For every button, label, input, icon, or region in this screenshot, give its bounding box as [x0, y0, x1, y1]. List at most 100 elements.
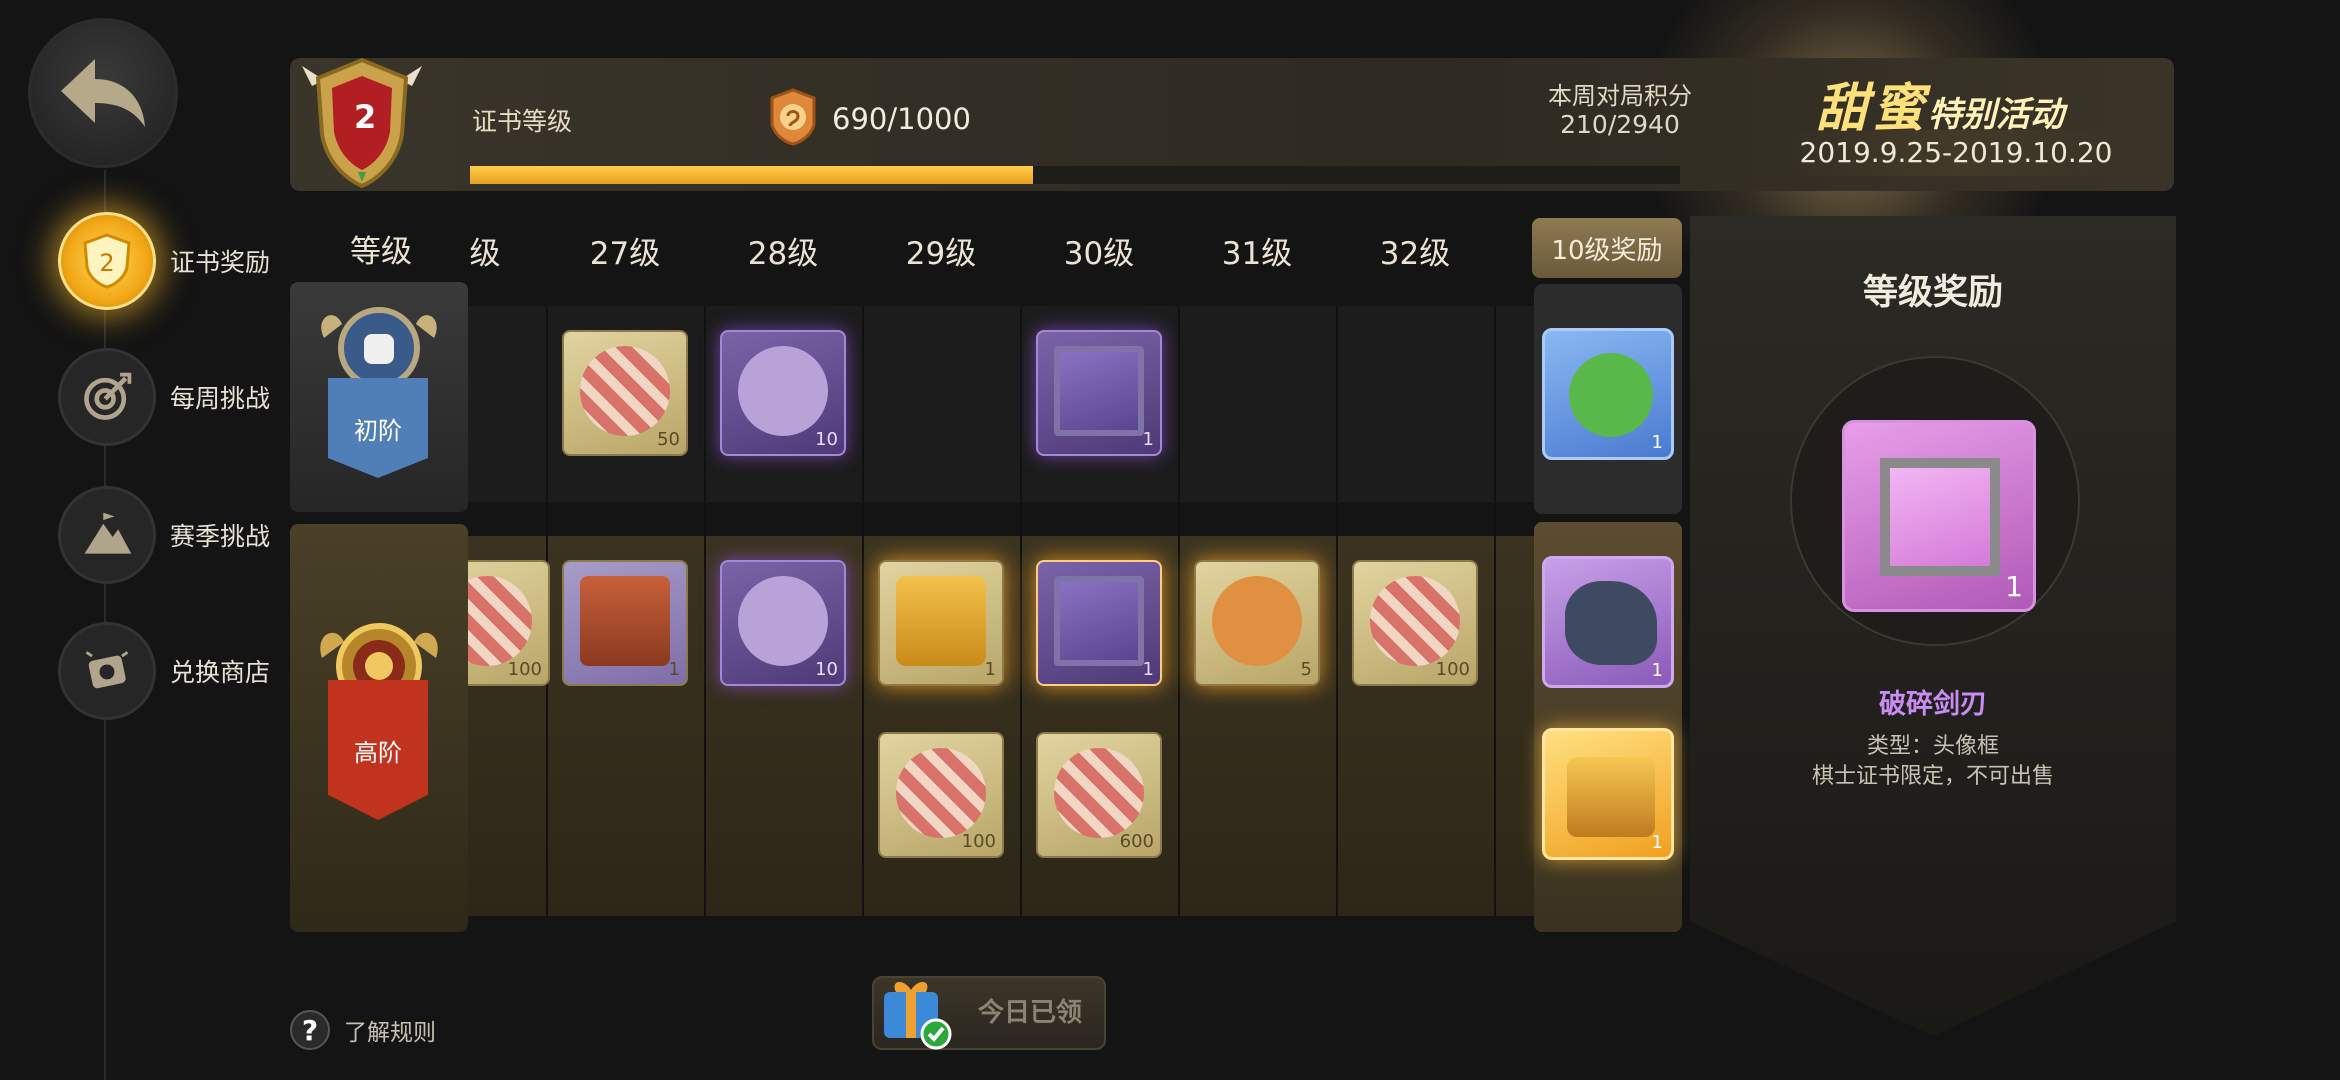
- reward-item-candy[interactable]: 50: [562, 330, 688, 456]
- level-header: 32级: [1379, 236, 1451, 272]
- daily-claim-label: 今日已领: [978, 998, 1083, 1028]
- reward-item-frame[interactable]: 1: [1036, 330, 1162, 456]
- item-quantity: 1: [668, 659, 680, 680]
- rules-link[interactable]: ? 了解规则: [290, 1010, 436, 1050]
- item-quantity: 1: [1142, 659, 1154, 680]
- bonus-item-goblin-avatar[interactable]: 1: [1542, 328, 1674, 460]
- emote-scroll-icon: [738, 346, 828, 436]
- item-quantity: 10: [815, 659, 838, 680]
- level-header: 27级: [589, 236, 661, 272]
- column-divider: [1178, 306, 1180, 916]
- nav-label: 赛季挑战: [170, 522, 271, 551]
- reward-item-candy[interactable]: 600: [1036, 732, 1162, 858]
- item-quantity: 600: [1119, 831, 1154, 852]
- shield-badge-icon: 2: [58, 212, 156, 310]
- column-divider: [1494, 306, 1496, 916]
- cert-points-value: 690/1000: [832, 102, 971, 136]
- weekly-points-title: 本周对局积分: [1548, 82, 1692, 110]
- nav-label: 证书奖励: [170, 248, 271, 277]
- reward-item-candy[interactable]: 100: [878, 732, 1004, 858]
- reward-item-emote[interactable]: 10: [720, 560, 846, 686]
- gift-box-icon: [884, 981, 952, 1050]
- jeweled-crown-icon: [1567, 757, 1655, 837]
- reward-grid[interactable]: 50 10 1 100 1 10 1 1 5 100 100 600: [468, 280, 1536, 916]
- mountain-flag-icon: [58, 486, 156, 584]
- detail-title: 等级奖励: [1862, 273, 2003, 313]
- level-header: 31级: [1221, 236, 1293, 272]
- nav-label: 兑换商店: [170, 658, 271, 687]
- level-header: 级: [469, 236, 501, 272]
- exchange-shop-icon: [58, 622, 156, 720]
- crown-icon: [896, 576, 986, 666]
- candy-ball-icon: [468, 576, 532, 666]
- back-button[interactable]: [28, 18, 178, 168]
- item-quantity: 1: [1142, 429, 1154, 450]
- candy-ball-icon: [1370, 576, 1460, 666]
- item-quantity: 5: [1300, 659, 1312, 680]
- item-quantity: 1: [1651, 832, 1663, 853]
- question-icon: ?: [290, 1010, 330, 1050]
- tier-free-box: 初阶: [290, 282, 468, 512]
- item-quantity: 100: [507, 659, 542, 680]
- nav-item-exchange-shop[interactable]: 兑换商店: [58, 622, 270, 720]
- bonus-item-crown[interactable]: 1: [1542, 728, 1674, 860]
- back-arrow-icon: [61, 59, 145, 127]
- reward-item-candy[interactable]: 100: [1352, 560, 1478, 686]
- goblin-avatar-icon: [1569, 353, 1653, 437]
- treasure-chest-icon: [580, 576, 670, 666]
- nav-item-season-challenge[interactable]: 赛季挑战: [58, 486, 270, 584]
- gingerbread-icon: [1212, 576, 1302, 666]
- column-divider: [862, 306, 864, 916]
- svg-text:2: 2: [99, 249, 114, 277]
- rules-label: 了解规则: [344, 1020, 436, 1046]
- dragon-avatar-icon: [1565, 581, 1657, 665]
- avatar-frame-icon: [1054, 576, 1144, 666]
- event-title-special: 特别活动: [1928, 95, 2065, 135]
- nav-item-cert-rewards[interactable]: 2 证书奖励: [58, 212, 270, 310]
- level-column-label: 等级: [350, 234, 412, 270]
- candy-ball-icon: [1054, 748, 1144, 838]
- cert-level-label: 证书等级: [472, 107, 573, 136]
- reward-item-gingerbread[interactable]: 5: [1194, 560, 1320, 686]
- item-quantity: 1: [984, 659, 996, 680]
- column-divider: [704, 306, 706, 916]
- item-quantity: 100: [1435, 659, 1470, 680]
- avatar-frame-icon: [1054, 346, 1144, 436]
- reward-item-candy[interactable]: 100: [468, 560, 550, 686]
- bonus-item-dragon-avatar[interactable]: 1: [1542, 556, 1674, 688]
- reward-item-frame-selected[interactable]: 1: [1036, 560, 1162, 686]
- nav-item-weekly-challenge[interactable]: 每周挑战: [58, 348, 270, 446]
- cert-progress-fill: [470, 166, 1033, 184]
- detail-item-type: 类型：头像框: [1866, 734, 1999, 759]
- level-header: 29级: [905, 236, 977, 272]
- event-date: 2019.9.25-2019.10.20: [1786, 130, 2126, 176]
- column-divider: [1020, 306, 1022, 916]
- item-quantity: 10: [815, 429, 838, 450]
- item-quantity: 1: [1651, 432, 1663, 453]
- bonus-column-header: 10级奖励: [1532, 218, 1682, 278]
- target-arrow-icon: [58, 348, 156, 446]
- reward-item-crown[interactable]: 1: [878, 560, 1004, 686]
- emote-scroll-icon: [738, 576, 828, 666]
- item-quantity: 100: [961, 831, 996, 852]
- weekly-points-value: 210/2940: [1560, 110, 1680, 139]
- reward-item-emote[interactable]: 10: [720, 330, 846, 456]
- tier-free-banner: 初阶: [328, 378, 428, 478]
- tier-premium-box: 高阶: [290, 524, 468, 932]
- detail-item-name: 破碎剑刃: [1879, 689, 1987, 720]
- cert-progress-track: [470, 166, 1680, 184]
- avatar-frame-icon: [1880, 458, 2000, 576]
- item-quantity: 50: [657, 429, 680, 450]
- level-header: 30级: [1063, 236, 1135, 272]
- level-header: 28级: [747, 236, 819, 272]
- detail-item-quantity: 1: [2005, 570, 2023, 603]
- detail-item-desc: 棋士证书限定，不可出售: [1811, 764, 2054, 789]
- item-quantity: 1: [1651, 660, 1663, 681]
- reward-item-chest[interactable]: 1: [562, 560, 688, 686]
- cert-points-icon: [770, 88, 816, 146]
- candy-ball-icon: [896, 748, 986, 838]
- nav-label: 每周挑战: [170, 384, 271, 413]
- candy-ball-icon: [580, 346, 670, 436]
- column-divider: [1336, 306, 1338, 916]
- tier-premium-banner: 高阶: [328, 680, 428, 820]
